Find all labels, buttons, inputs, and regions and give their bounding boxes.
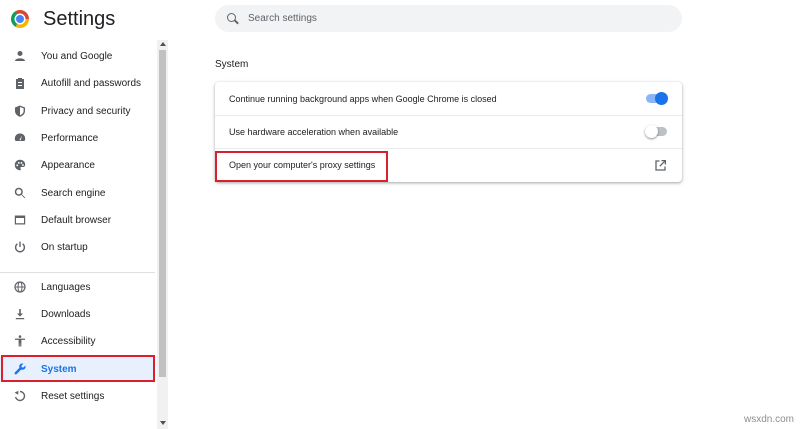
chrome-logo-icon xyxy=(11,10,29,28)
setting-row-hardware-acceleration[interactable]: Use hardware acceleration when available xyxy=(215,115,682,148)
sidebar-item-privacy[interactable]: Privacy and security xyxy=(0,98,155,124)
sidebar-divider xyxy=(0,272,155,273)
sidebar-item-downloads[interactable]: Downloads xyxy=(0,301,155,327)
sidebar-item-label: Downloads xyxy=(41,308,91,320)
setting-label: Continue running background apps when Go… xyxy=(229,93,497,104)
sidebar-item-accessibility[interactable]: Accessibility xyxy=(0,328,155,354)
sidebar: You and Google Autofill and passwords Pr… xyxy=(0,40,157,429)
open-in-new-icon[interactable] xyxy=(655,159,667,171)
highlight-box-system xyxy=(1,355,155,382)
accessibility-icon xyxy=(14,335,26,347)
background-apps-toggle[interactable] xyxy=(646,92,668,105)
sidebar-item-appearance[interactable]: Appearance xyxy=(0,152,155,178)
download-icon xyxy=(14,308,26,320)
sidebar-item-on-startup[interactable]: On startup xyxy=(0,234,155,260)
search-icon xyxy=(14,187,26,199)
person-icon xyxy=(14,50,26,62)
sidebar-item-label: Default browser xyxy=(41,214,112,226)
sidebar-item-label: Privacy and security xyxy=(41,105,131,117)
sidebar-item-label: Search engine xyxy=(41,187,106,199)
globe-icon xyxy=(14,281,26,293)
sidebar-item-label: On startup xyxy=(41,241,88,253)
sidebar-item-performance[interactable]: Performance xyxy=(0,125,155,151)
sidebar-item-label: Autofill and passwords xyxy=(41,77,142,89)
sidebar-item-label: You and Google xyxy=(41,50,113,62)
highlight-box-proxy-settings xyxy=(215,151,388,182)
sidebar-item-search-engine[interactable]: Search engine xyxy=(0,180,155,206)
sidebar-item-label: Performance xyxy=(41,132,99,144)
reset-icon xyxy=(14,390,26,402)
section-title: System xyxy=(215,59,249,70)
scroll-up-arrow-icon[interactable] xyxy=(160,42,166,46)
watermark: wsxdn.com xyxy=(743,414,794,425)
sidebar-item-label: Reset settings xyxy=(41,390,105,402)
setting-label: Use hardware acceleration when available xyxy=(229,126,399,137)
sidebar-scrollbar[interactable] xyxy=(157,40,168,429)
speedometer-icon xyxy=(14,132,26,144)
clipboard-icon xyxy=(14,77,26,89)
scroll-down-arrow-icon[interactable] xyxy=(160,421,166,425)
palette-icon xyxy=(14,159,26,171)
page-title: Settings xyxy=(43,8,116,30)
scroll-thumb[interactable] xyxy=(159,50,166,377)
sidebar-item-label: Accessibility xyxy=(41,335,96,347)
sidebar-item-languages[interactable]: Languages xyxy=(0,274,155,300)
toggle-knob xyxy=(645,125,658,138)
search-bar[interactable] xyxy=(215,5,682,32)
sidebar-item-autofill[interactable]: Autofill and passwords xyxy=(0,70,155,96)
shield-icon xyxy=(14,105,26,117)
sidebar-item-label: Languages xyxy=(41,281,91,293)
hardware-acceleration-toggle[interactable] xyxy=(645,125,667,138)
power-icon xyxy=(14,241,26,253)
sidebar-item-default-browser[interactable]: Default browser xyxy=(0,207,155,233)
browser-window-icon xyxy=(14,214,26,226)
sidebar-item-label: Appearance xyxy=(41,159,95,171)
toggle-knob xyxy=(655,92,668,105)
search-icon xyxy=(227,12,239,25)
sidebar-item-you-and-google[interactable]: You and Google xyxy=(0,43,155,69)
search-input[interactable] xyxy=(248,13,668,24)
setting-row-background-apps[interactable]: Continue running background apps when Go… xyxy=(215,82,682,115)
sidebar-item-reset-settings[interactable]: Reset settings xyxy=(0,383,155,409)
